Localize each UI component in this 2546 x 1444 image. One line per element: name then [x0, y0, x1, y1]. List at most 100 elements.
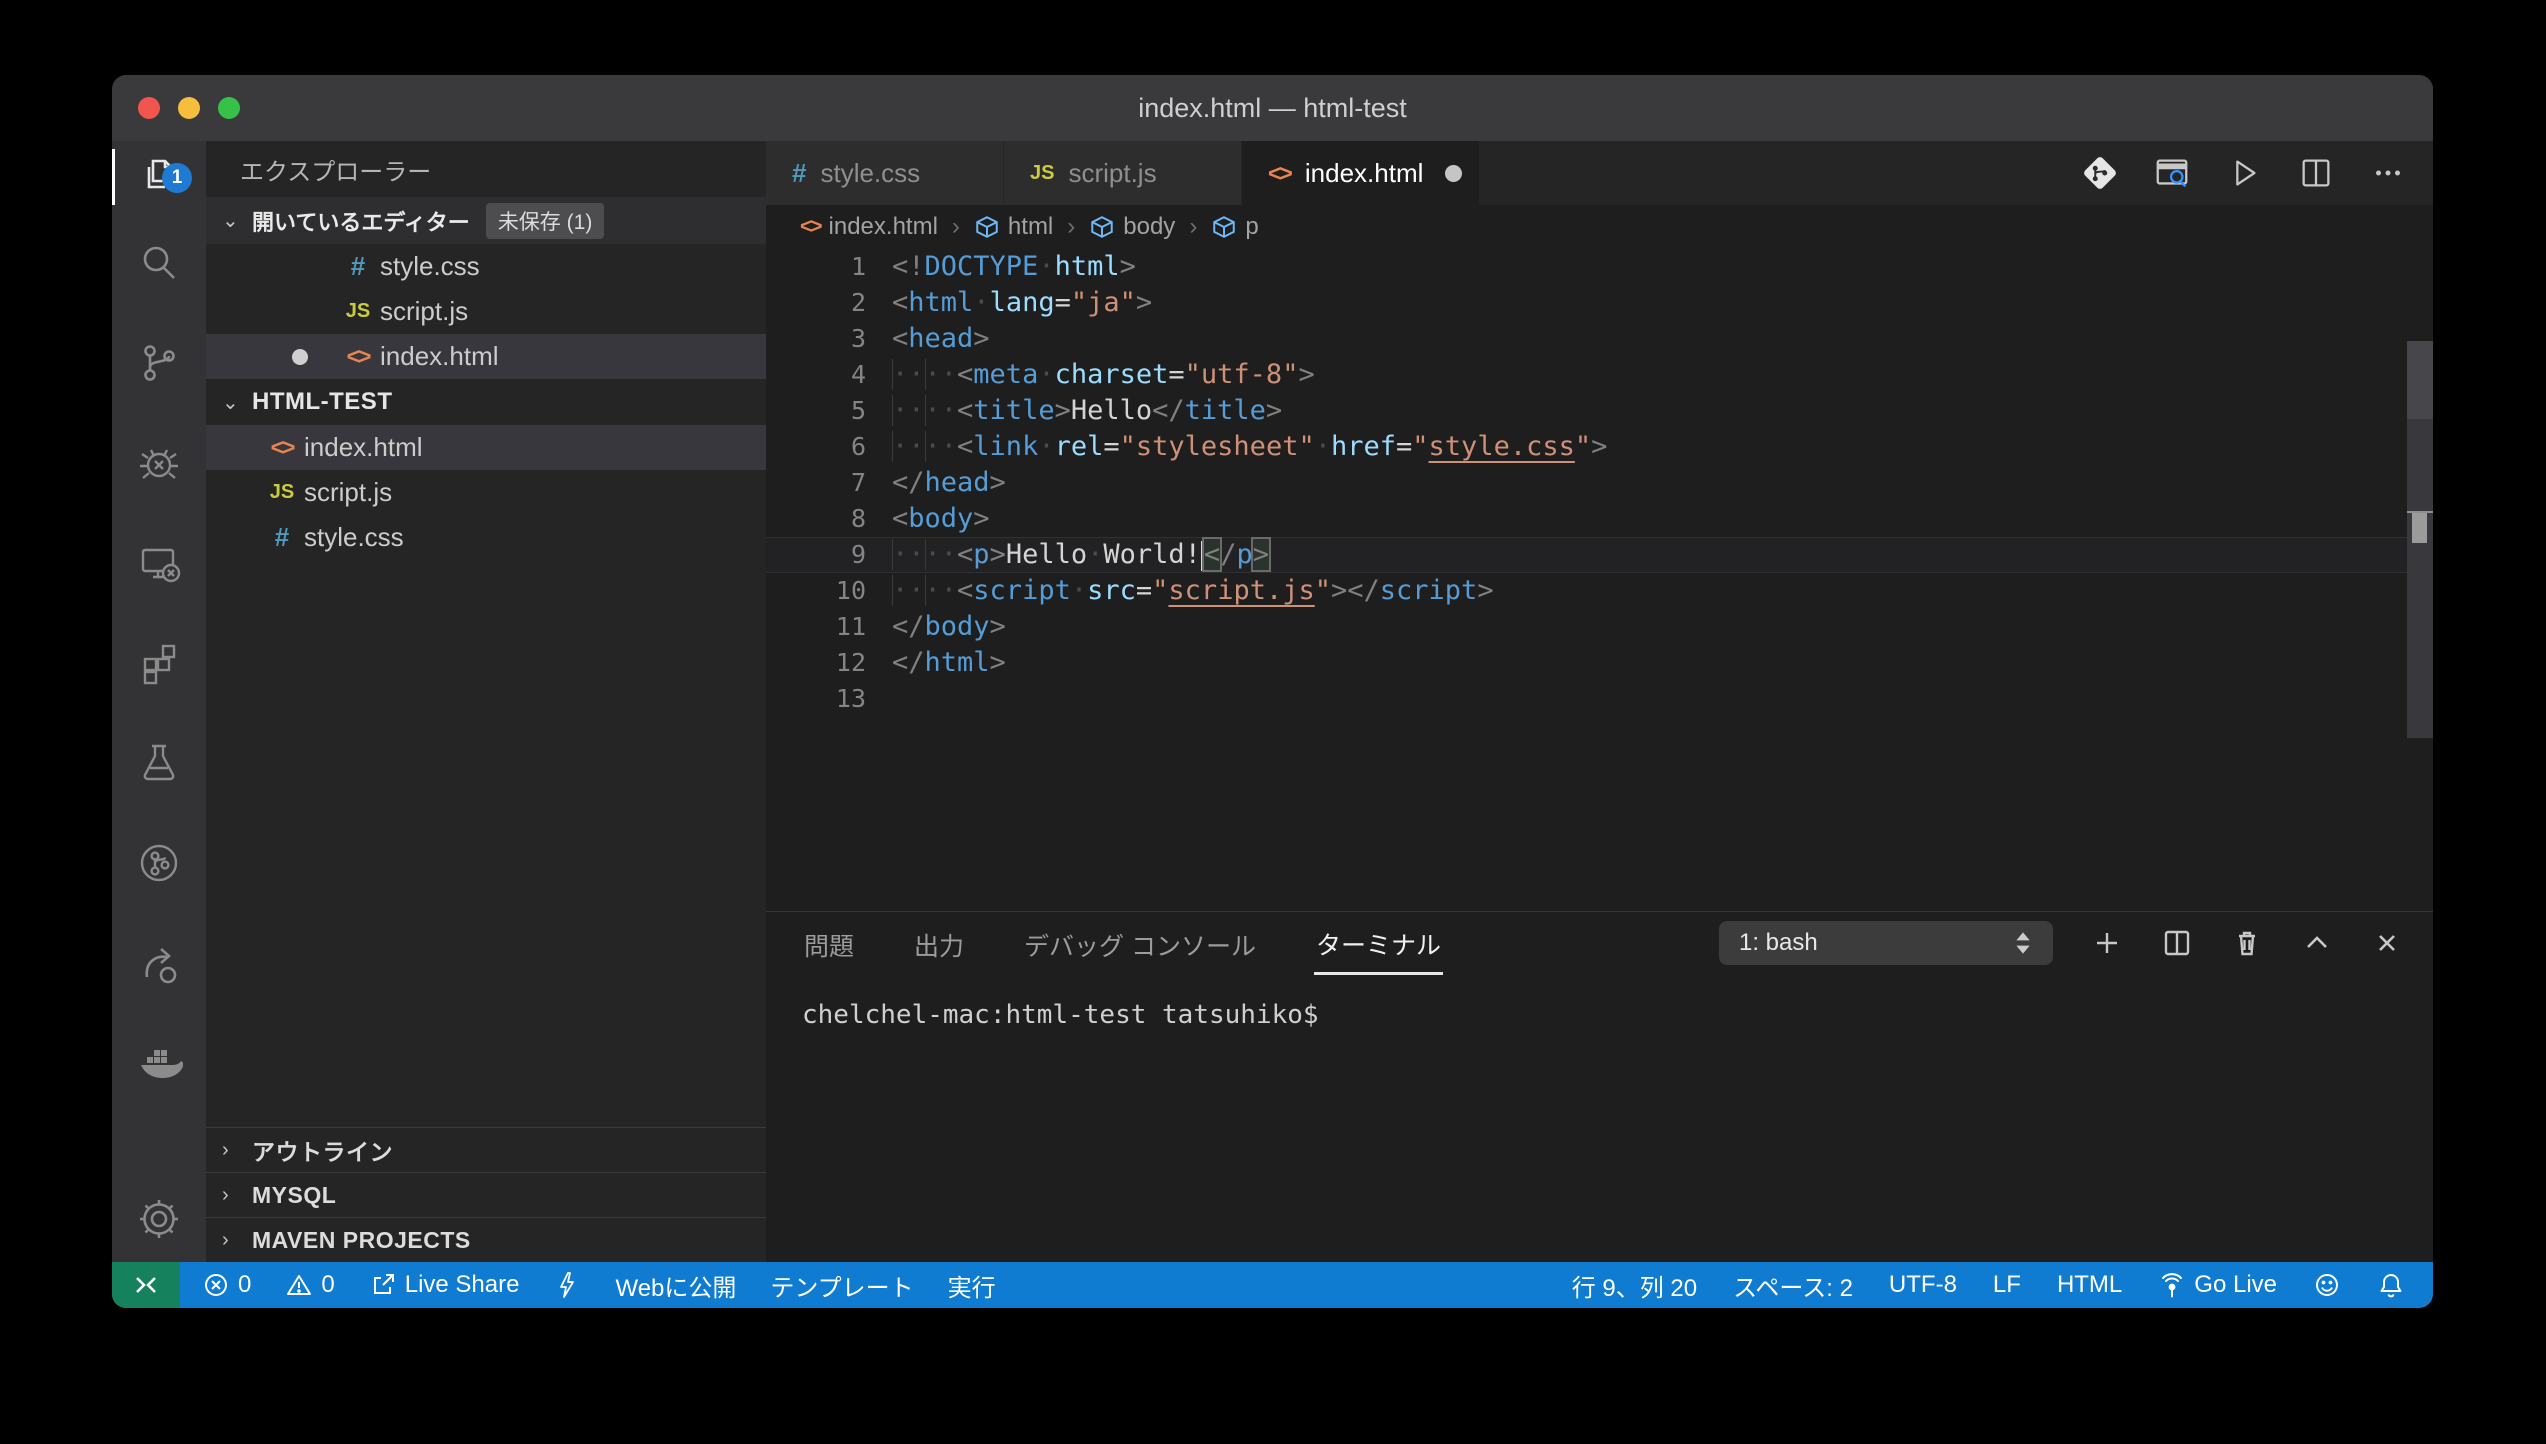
file-label: style.css — [380, 251, 480, 282]
git-graph-icon[interactable] — [2081, 154, 2119, 192]
token: </ — [892, 467, 925, 498]
code-line-12[interactable]: 12</html> — [766, 645, 2433, 681]
activity-explorer[interactable]: 1 — [112, 141, 206, 213]
tree-item-script.js[interactable]: JSscript.js — [206, 470, 766, 515]
scrollbar-thumb[interactable] — [2412, 513, 2427, 543]
status-item-Live Share[interactable]: Live Share — [369, 1271, 520, 1299]
status-item-Webに公開[interactable]: Webに公開 — [615, 1268, 736, 1303]
status-item-テンプレート[interactable]: テンプレート — [770, 1268, 913, 1303]
broadcast-icon — [2158, 1271, 2186, 1299]
activity-gitlens[interactable] — [112, 813, 206, 913]
sidebar-section-MAVEN PROJECTS[interactable]: ›MAVEN PROJECTS — [206, 1217, 766, 1262]
activity-settings[interactable] — [112, 1176, 206, 1262]
close-panel-icon[interactable] — [2371, 927, 2403, 959]
tree-item-style.css[interactable]: #style.css — [206, 515, 766, 560]
status-label: HTML — [2057, 1271, 2122, 1299]
split-terminal-icon[interactable] — [2161, 927, 2193, 959]
more-actions-icon[interactable] — [2369, 154, 2407, 192]
html-file-icon: <> — [336, 343, 380, 370]
activity-extensions[interactable] — [112, 613, 206, 713]
open-editors-label: 開いているエディター — [252, 205, 470, 237]
breadcrumb-item-index.html[interactable]: <>index.html — [800, 213, 938, 241]
activity-live-share[interactable] — [112, 913, 206, 1013]
code-line-11[interactable]: 11</body> — [766, 609, 2433, 645]
code-line-7[interactable]: 7</head> — [766, 465, 2433, 501]
open-editor-item-script.js[interactable]: JSscript.js — [206, 289, 766, 334]
activity-remote-explorer[interactable] — [112, 513, 206, 613]
activity-debug[interactable] — [112, 413, 206, 513]
code-line-8[interactable]: 8<body> — [766, 501, 2433, 537]
select-updown-icon — [2007, 927, 2039, 959]
breadcrumb-item-p[interactable]: p — [1211, 213, 1258, 241]
status-item-スペース: 2[interactable]: スペース: 2 — [1733, 1268, 1853, 1303]
breadcrumb-item-body[interactable]: body — [1089, 213, 1175, 241]
remote-indicator[interactable] — [112, 1262, 180, 1308]
folder-label: HTML-TEST — [252, 388, 392, 416]
code-line-2[interactable]: 2<html·lang="ja"> — [766, 285, 2433, 321]
tab-script.js[interactable]: JSscript.js — [1004, 141, 1242, 205]
terminal-shell-select[interactable]: 1: bash — [1719, 921, 2053, 965]
open-editors-header[interactable]: ⌄ 開いているエディター 未保存 (1) — [206, 197, 766, 244]
status-item-UTF-8[interactable]: UTF-8 — [1889, 1271, 1957, 1299]
line-number: 5 — [766, 393, 866, 429]
terminal-output[interactable]: chelchel-mac:html-test tatsuhiko$ — [766, 974, 2433, 1262]
code-line-4[interactable]: 4····<meta·charset="utf-8"> — [766, 357, 2433, 393]
sidebar-section-アウトライン[interactable]: ›アウトライン — [206, 1127, 766, 1172]
status-item-bell[interactable] — [2377, 1271, 2405, 1299]
token: < — [957, 395, 973, 426]
token: = — [1103, 431, 1119, 462]
token: html — [925, 647, 990, 678]
token: > — [1298, 359, 1314, 390]
editor-group: #style.cssJSscript.js<>index.html — [766, 141, 2433, 1262]
status-item-実行[interactable]: 実行 — [948, 1268, 996, 1303]
css-file-icon: # — [336, 251, 380, 282]
folder-header[interactable]: ⌄ HTML-TEST — [206, 379, 766, 425]
code-line-5[interactable]: 5····<title>Hello</title> — [766, 393, 2433, 429]
status-item-Go Live[interactable]: Go Live — [2158, 1271, 2277, 1299]
status-item-smiley[interactable] — [2313, 1271, 2341, 1299]
sidebar-section-MYSQL[interactable]: ›MYSQL — [206, 1172, 766, 1217]
activity-search[interactable] — [112, 213, 206, 313]
open-preview-icon[interactable] — [2153, 154, 2191, 192]
token: ></ — [1331, 575, 1380, 606]
panel-tab-ターミナル[interactable]: ターミナル — [1314, 912, 1443, 975]
status-label: LF — [1993, 1271, 2021, 1299]
tree-item-index.html[interactable]: <>index.html — [206, 425, 766, 470]
code-line-3[interactable]: 3<head> — [766, 321, 2433, 357]
panel-tab-出力[interactable]: 出力 — [912, 913, 966, 973]
code-line-10[interactable]: 10····<script·src="script.js"></script> — [766, 573, 2433, 609]
status-item-LF[interactable]: LF — [1993, 1271, 2021, 1299]
code-line-1[interactable]: 1<!DOCTYPE·html> — [766, 249, 2433, 285]
open-editor-item-style.css[interactable]: #style.css — [206, 244, 766, 289]
breadcrumb-item-html[interactable]: html — [974, 213, 1053, 241]
modified-dot-icon — [292, 349, 308, 365]
editor-actions — [2081, 141, 2407, 205]
run-icon[interactable] — [2225, 154, 2263, 192]
status-item-0[interactable]: 0 — [285, 1271, 334, 1299]
tab-style.css[interactable]: #style.css — [766, 141, 1004, 205]
split-editor-icon[interactable] — [2297, 154, 2335, 192]
activity-testing[interactable] — [112, 713, 206, 813]
code-line-9[interactable]: 9····<p>Hello·World!</p> — [766, 537, 2433, 573]
editor-scrollbar[interactable] — [2407, 341, 2433, 738]
panel-tab-問題[interactable]: 問題 — [802, 913, 856, 973]
status-item-HTML[interactable]: HTML — [2057, 1271, 2122, 1299]
code-line-13[interactable]: 13 — [766, 681, 2433, 717]
breadcrumb[interactable]: <>index.html›html›body›p — [766, 205, 2433, 249]
kill-terminal-icon[interactable] — [2231, 927, 2263, 959]
activity-docker[interactable] — [112, 1013, 206, 1113]
code-line-6[interactable]: 6····<link·rel="stylesheet"·href="style.… — [766, 429, 2433, 465]
code-editor[interactable]: 1<!DOCTYPE·html>2<html·lang="ja">3<head>… — [766, 249, 2433, 911]
token: · — [1038, 431, 1054, 462]
status-item-flash[interactable] — [553, 1271, 581, 1299]
token: " — [1315, 575, 1331, 606]
tab-index.html[interactable]: <>index.html — [1242, 141, 1480, 205]
new-terminal-icon[interactable] — [2091, 927, 2123, 959]
panel-tab-デバッグ コンソール[interactable]: デバッグ コンソール — [1022, 913, 1258, 973]
open-editor-item-index.html[interactable]: <>index.html — [206, 334, 766, 379]
status-item-行 9、列 20[interactable]: 行 9、列 20 — [1572, 1268, 1697, 1303]
activity-source-control[interactable] — [112, 313, 206, 413]
status-item-0[interactable]: 0 — [202, 1271, 251, 1299]
js-file-icon: JS — [260, 481, 304, 504]
maximize-panel-icon[interactable] — [2301, 927, 2333, 959]
